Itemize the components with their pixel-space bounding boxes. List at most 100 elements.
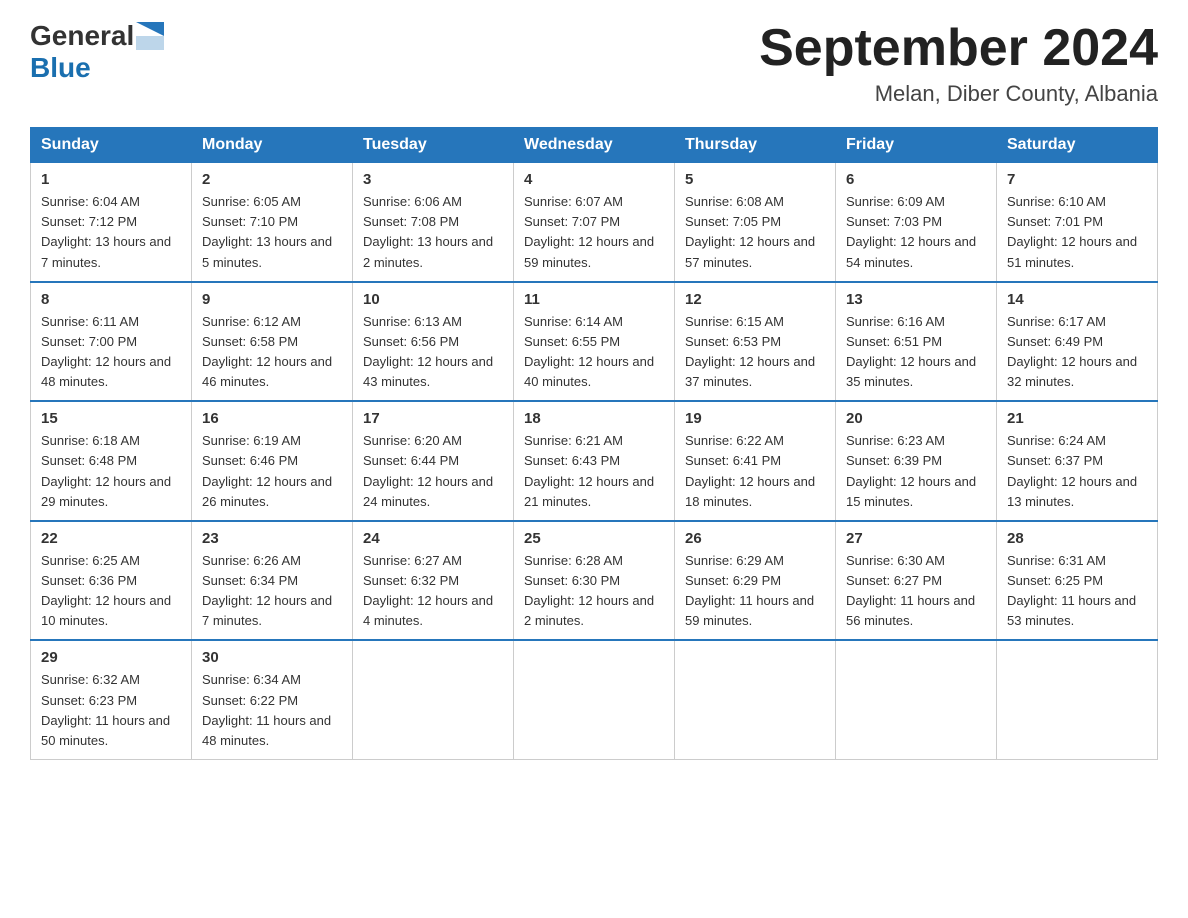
calendar-cell: 13 Sunrise: 6:16 AMSunset: 6:51 PMDayligh… — [836, 282, 997, 402]
calendar-cell — [514, 640, 675, 759]
day-number: 28 — [1007, 530, 1147, 547]
location-title: Melan, Diber County, Albania — [759, 81, 1158, 107]
header-row: SundayMondayTuesdayWednesdayThursdayFrid… — [31, 128, 1158, 163]
header-day-monday: Monday — [192, 128, 353, 163]
week-row-3: 15 Sunrise: 6:18 AMSunset: 6:48 PMDayligh… — [31, 401, 1158, 521]
calendar-cell: 27 Sunrise: 6:30 AMSunset: 6:27 PMDayligh… — [836, 521, 997, 641]
day-number: 17 — [363, 410, 503, 427]
calendar-cell: 17 Sunrise: 6:20 AMSunset: 6:44 PMDayligh… — [353, 401, 514, 521]
day-info: Sunrise: 6:16 AMSunset: 6:51 PMDaylight:… — [846, 312, 986, 393]
day-number: 13 — [846, 291, 986, 308]
title-section: September 2024 Melan, Diber County, Alba… — [759, 20, 1158, 107]
calendar-cell: 1 Sunrise: 6:04 AMSunset: 7:12 PMDaylight… — [31, 163, 192, 282]
calendar-cell: 6 Sunrise: 6:09 AMSunset: 7:03 PMDaylight… — [836, 163, 997, 282]
day-number: 29 — [41, 649, 181, 666]
week-row-5: 29 Sunrise: 6:32 AMSunset: 6:23 PMDayligh… — [31, 640, 1158, 759]
day-number: 19 — [685, 410, 825, 427]
day-number: 9 — [202, 291, 342, 308]
day-info: Sunrise: 6:07 AMSunset: 7:07 PMDaylight:… — [524, 192, 664, 273]
calendar-cell: 2 Sunrise: 6:05 AMSunset: 7:10 PMDaylight… — [192, 163, 353, 282]
day-info: Sunrise: 6:17 AMSunset: 6:49 PMDaylight:… — [1007, 312, 1147, 393]
header-day-saturday: Saturday — [997, 128, 1158, 163]
day-number: 30 — [202, 649, 342, 666]
day-number: 2 — [202, 171, 342, 188]
logo-icon — [136, 22, 164, 50]
calendar-cell — [353, 640, 514, 759]
day-number: 25 — [524, 530, 664, 547]
day-number: 24 — [363, 530, 503, 547]
day-info: Sunrise: 6:09 AMSunset: 7:03 PMDaylight:… — [846, 192, 986, 273]
day-number: 16 — [202, 410, 342, 427]
calendar-cell: 25 Sunrise: 6:28 AMSunset: 6:30 PMDayligh… — [514, 521, 675, 641]
day-info: Sunrise: 6:05 AMSunset: 7:10 PMDaylight:… — [202, 192, 342, 273]
calendar-cell: 9 Sunrise: 6:12 AMSunset: 6:58 PMDaylight… — [192, 282, 353, 402]
calendar-cell: 5Sunrise: 6:08 AMSunset: 7:05 PMDaylight… — [675, 163, 836, 282]
calendar-cell: 24 Sunrise: 6:27 AMSunset: 6:32 PMDayligh… — [353, 521, 514, 641]
day-info: Sunrise: 6:13 AMSunset: 6:56 PMDaylight:… — [363, 312, 503, 393]
calendar-cell: 20 Sunrise: 6:23 AMSunset: 6:39 PMDayligh… — [836, 401, 997, 521]
week-row-4: 22 Sunrise: 6:25 AMSunset: 6:36 PMDayligh… — [31, 521, 1158, 641]
day-info: Sunrise: 6:11 AMSunset: 7:00 PMDaylight:… — [41, 312, 181, 393]
day-number: 12 — [685, 291, 825, 308]
calendar-cell: 28 Sunrise: 6:31 AMSunset: 6:25 PMDayligh… — [997, 521, 1158, 641]
day-info: Sunrise: 6:10 AMSunset: 7:01 PMDaylight:… — [1007, 192, 1147, 273]
calendar-header: SundayMondayTuesdayWednesdayThursdayFrid… — [31, 128, 1158, 163]
calendar-cell: 19 Sunrise: 6:22 AMSunset: 6:41 PMDayligh… — [675, 401, 836, 521]
calendar-cell: 30 Sunrise: 6:34 AMSunset: 6:22 PMDayligh… — [192, 640, 353, 759]
day-number: 18 — [524, 410, 664, 427]
day-number: 8 — [41, 291, 181, 308]
day-number: 22 — [41, 530, 181, 547]
day-info: Sunrise: 6:23 AMSunset: 6:39 PMDaylight:… — [846, 431, 986, 512]
logo-blue-text: Blue — [30, 52, 91, 84]
calendar-cell — [675, 640, 836, 759]
calendar-cell: 26 Sunrise: 6:29 AMSunset: 6:29 PMDayligh… — [675, 521, 836, 641]
day-number: 15 — [41, 410, 181, 427]
day-info: Sunrise: 6:30 AMSunset: 6:27 PMDaylight:… — [846, 551, 986, 632]
day-number: 4 — [524, 171, 664, 188]
day-info: Sunrise: 6:29 AMSunset: 6:29 PMDaylight:… — [685, 551, 825, 632]
header-day-tuesday: Tuesday — [353, 128, 514, 163]
day-info: Sunrise: 6:28 AMSunset: 6:30 PMDaylight:… — [524, 551, 664, 632]
calendar-cell: 8 Sunrise: 6:11 AMSunset: 7:00 PMDaylight… — [31, 282, 192, 402]
calendar-cell: 23 Sunrise: 6:26 AMSunset: 6:34 PMDayligh… — [192, 521, 353, 641]
calendar-cell: 21 Sunrise: 6:24 AMSunset: 6:37 PMDayligh… — [997, 401, 1158, 521]
header-day-sunday: Sunday — [31, 128, 192, 163]
day-number: 26 — [685, 530, 825, 547]
day-number: 1 — [41, 171, 181, 188]
day-info: Sunrise: 6:25 AMSunset: 6:36 PMDaylight:… — [41, 551, 181, 632]
day-info: Sunrise: 6:27 AMSunset: 6:32 PMDaylight:… — [363, 551, 503, 632]
day-number: 27 — [846, 530, 986, 547]
day-info: Sunrise: 6:32 AMSunset: 6:23 PMDaylight:… — [41, 670, 181, 751]
day-number: 5 — [685, 171, 825, 188]
day-number: 14 — [1007, 291, 1147, 308]
day-info: Sunrise: 6:15 AMSunset: 6:53 PMDaylight:… — [685, 312, 825, 393]
day-number: 23 — [202, 530, 342, 547]
calendar-cell: 22 Sunrise: 6:25 AMSunset: 6:36 PMDayligh… — [31, 521, 192, 641]
calendar-cell: 29 Sunrise: 6:32 AMSunset: 6:23 PMDayligh… — [31, 640, 192, 759]
calendar-cell — [997, 640, 1158, 759]
page-header: General Blue September 2024 Melan, Diber… — [30, 20, 1158, 107]
day-info: Sunrise: 6:24 AMSunset: 6:37 PMDaylight:… — [1007, 431, 1147, 512]
calendar-cell: 12 Sunrise: 6:15 AMSunset: 6:53 PMDayligh… — [675, 282, 836, 402]
month-title: September 2024 — [759, 20, 1158, 77]
day-info: Sunrise: 6:20 AMSunset: 6:44 PMDaylight:… — [363, 431, 503, 512]
day-number: 6 — [846, 171, 986, 188]
calendar-cell: 4 Sunrise: 6:07 AMSunset: 7:07 PMDaylight… — [514, 163, 675, 282]
calendar-cell: 18Sunrise: 6:21 AMSunset: 6:43 PMDayligh… — [514, 401, 675, 521]
day-info: Sunrise: 6:04 AMSunset: 7:12 PMDaylight:… — [41, 192, 181, 273]
day-number: 21 — [1007, 410, 1147, 427]
day-info: Sunrise: 6:22 AMSunset: 6:41 PMDaylight:… — [685, 431, 825, 512]
week-row-1: 1 Sunrise: 6:04 AMSunset: 7:12 PMDaylight… — [31, 163, 1158, 282]
day-number: 7 — [1007, 171, 1147, 188]
calendar-cell: 14 Sunrise: 6:17 AMSunset: 6:49 PMDayligh… — [997, 282, 1158, 402]
day-info: Sunrise: 6:26 AMSunset: 6:34 PMDaylight:… — [202, 551, 342, 632]
day-info: Sunrise: 6:34 AMSunset: 6:22 PMDaylight:… — [202, 670, 342, 751]
day-info: Sunrise: 6:18 AMSunset: 6:48 PMDaylight:… — [41, 431, 181, 512]
calendar-cell: 11Sunrise: 6:14 AMSunset: 6:55 PMDayligh… — [514, 282, 675, 402]
logo: General Blue — [30, 20, 164, 84]
day-info: Sunrise: 6:12 AMSunset: 6:58 PMDaylight:… — [202, 312, 342, 393]
week-row-2: 8 Sunrise: 6:11 AMSunset: 7:00 PMDaylight… — [31, 282, 1158, 402]
day-info: Sunrise: 6:31 AMSunset: 6:25 PMDaylight:… — [1007, 551, 1147, 632]
header-day-friday: Friday — [836, 128, 997, 163]
day-number: 20 — [846, 410, 986, 427]
